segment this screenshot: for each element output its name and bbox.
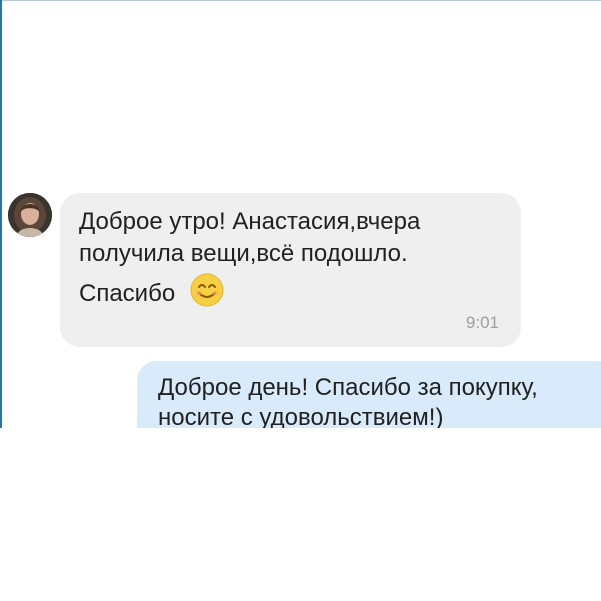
smiling-face-icon [190, 273, 224, 307]
cropped-area [0, 428, 601, 601]
avatar-image [8, 193, 52, 237]
chat-screen: Доброе утро! Анастасия,вчера получила ве… [0, 0, 601, 601]
message-time: 9:01 [465, 313, 499, 332]
outgoing-message-line: Доброе день! Спасибо за покупку, [158, 374, 538, 401]
top-divider [0, 0, 601, 1]
contact-avatar[interactable] [8, 193, 52, 237]
incoming-message-line: Спасибо [79, 280, 176, 307]
incoming-message-line: получила вещи,всё подошло. [79, 240, 408, 267]
incoming-message-bubble[interactable]: Доброе утро! Анастасия,вчера получила ве… [60, 193, 521, 347]
incoming-message-line: Доброе утро! Анастасия,вчера [79, 208, 421, 235]
